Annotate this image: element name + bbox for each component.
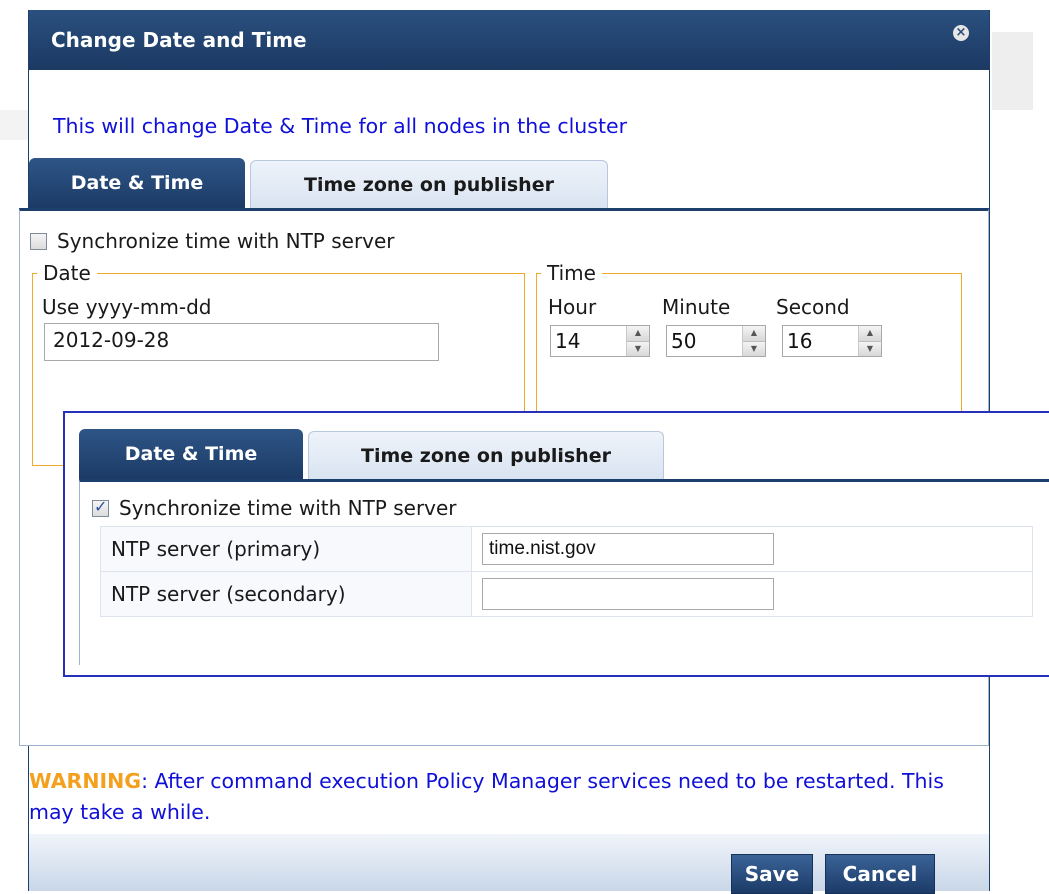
- overlay-tab-date-time[interactable]: Date & Time: [79, 429, 303, 479]
- spin-down-icon[interactable]: ▼: [743, 340, 765, 356]
- background-shadow: [992, 32, 1033, 110]
- ntp-primary-label: NTP server (primary): [100, 526, 472, 572]
- spin-up-icon[interactable]: ▲: [859, 326, 881, 341]
- overlay-content: Synchronize time with NTP server NTP ser…: [79, 479, 1049, 665]
- cluster-notice: This will change Date & Time for all nod…: [53, 114, 628, 138]
- minute-spin-buttons[interactable]: ▲ ▼: [742, 326, 765, 356]
- table-row: NTP server (primary): [100, 526, 1033, 572]
- ntp-secondary-cell: [471, 571, 1033, 617]
- background-shadow-left: [0, 110, 28, 140]
- table-row: NTP server (secondary): [100, 571, 1033, 617]
- overlay-sync-ntp-label: Synchronize time with NTP server: [119, 496, 457, 520]
- hour-spin-buttons[interactable]: ▲ ▼: [626, 326, 649, 356]
- ntp-server-table: NTP server (primary) NTP server (seconda…: [100, 526, 1033, 617]
- warning-text: : After command execution Policy Manager…: [29, 769, 944, 824]
- warning-message: WARNING: After command execution Policy …: [29, 766, 989, 828]
- ntp-primary-input[interactable]: [482, 533, 774, 565]
- sync-ntp-checkbox[interactable]: [30, 232, 47, 250]
- spin-down-icon[interactable]: ▼: [627, 340, 649, 356]
- overlay-sync-ntp-checkbox[interactable]: [92, 497, 109, 517]
- time-legend: Time: [547, 261, 596, 285]
- hour-label: Hour: [548, 295, 597, 319]
- spin-down-icon[interactable]: ▼: [859, 340, 881, 356]
- second-spin-buttons[interactable]: ▲ ▼: [858, 326, 881, 356]
- tab-date-time[interactable]: Date & Time: [29, 158, 245, 208]
- date-legend: Date: [43, 261, 91, 285]
- ntp-primary-cell: [471, 526, 1033, 572]
- second-spinner[interactable]: 16 ▲ ▼: [782, 325, 882, 357]
- date-input[interactable]: 2012-09-28: [44, 323, 439, 361]
- dialog-footer: Save Cancel: [29, 834, 989, 894]
- overlay-tabs: Date & Time Time zone on publisher: [79, 429, 664, 479]
- minute-label: Minute: [662, 295, 731, 319]
- main-tabs: Date & Time Time zone on publisher: [29, 158, 608, 208]
- close-icon[interactable]: ×: [953, 25, 969, 41]
- sync-ntp-row[interactable]: Synchronize time with NTP server: [30, 229, 395, 253]
- ntp-secondary-input[interactable]: [482, 578, 774, 610]
- spin-up-icon[interactable]: ▲: [627, 326, 649, 341]
- dialog-title: Change Date and Time: [51, 28, 307, 52]
- cancel-button[interactable]: Cancel: [825, 854, 935, 894]
- minute-spinner[interactable]: 50 ▲ ▼: [666, 325, 766, 357]
- minute-value[interactable]: 50: [667, 326, 742, 356]
- dialog-titlebar: Change Date and Time ×: [29, 10, 989, 70]
- sync-ntp-label: Synchronize time with NTP server: [57, 229, 395, 253]
- overlay-tab-time-zone[interactable]: Time zone on publisher: [308, 431, 664, 479]
- ntp-secondary-label: NTP server (secondary): [100, 571, 472, 617]
- save-button[interactable]: Save: [731, 854, 813, 894]
- date-hint: Use yyyy-mm-dd: [42, 295, 212, 319]
- second-value[interactable]: 16: [783, 326, 858, 356]
- tab-time-zone[interactable]: Time zone on publisher: [250, 160, 608, 208]
- hour-value[interactable]: 14: [551, 326, 626, 356]
- ntp-overlay-panel: Date & Time Time zone on publisher Synch…: [63, 411, 1049, 677]
- overlay-sync-ntp-row[interactable]: Synchronize time with NTP server: [92, 496, 457, 520]
- second-label: Second: [776, 295, 850, 319]
- hour-spinner[interactable]: 14 ▲ ▼: [550, 325, 650, 357]
- warning-prefix: WARNING: [29, 769, 142, 793]
- spin-up-icon[interactable]: ▲: [743, 326, 765, 341]
